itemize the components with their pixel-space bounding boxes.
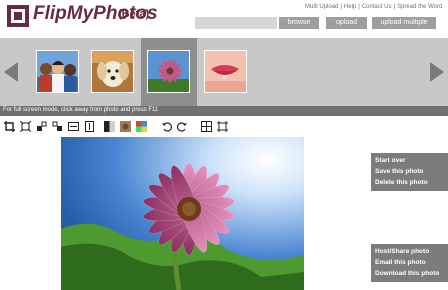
thumbnail-lips[interactable] [204, 50, 247, 93]
top-links: Multi Upload | Help | Contact Us | Spread the … [304, 4, 443, 10]
link-multi-upload[interactable]: Multi Upload [305, 4, 338, 10]
start-over-link[interactable]: Start over [375, 157, 405, 164]
rotate-right-icon[interactable] [52, 121, 63, 132]
thumbnail-puppy[interactable] [91, 50, 134, 93]
beta-label: (Beta) [118, 8, 150, 20]
thumbnail-children[interactable] [36, 50, 79, 93]
color-icon[interactable] [136, 121, 147, 132]
flip-vertical-icon[interactable] [84, 121, 95, 132]
crop-icon[interactable] [4, 121, 15, 132]
logo-icon [7, 5, 29, 27]
actual-size-icon[interactable] [217, 121, 228, 132]
file-path-field[interactable] [195, 17, 277, 29]
lips-photo [205, 51, 246, 92]
daisy-photo [148, 51, 189, 92]
email-photo-link[interactable]: Email this photo [375, 259, 426, 266]
upload-multiple-button[interactable]: upload multiple [372, 17, 436, 29]
main-photo[interactable] [61, 137, 304, 290]
delete-photo-link[interactable]: Delete this photo [375, 179, 428, 186]
download-photo-link[interactable]: Download this photo [375, 270, 439, 277]
next-arrow-icon[interactable] [430, 62, 444, 82]
fit-screen-icon[interactable] [201, 121, 212, 132]
link-separator: | [340, 4, 342, 10]
share-actions-menu: Host/Share photo Email this photo Downlo… [371, 244, 448, 282]
link-help[interactable]: Help [344, 4, 356, 10]
previous-arrow-icon[interactable] [4, 62, 18, 82]
link-contact-us[interactable]: Contact Us [362, 4, 392, 10]
link-separator: | [393, 4, 396, 10]
daisy-main-image [61, 137, 304, 290]
photo-actions-menu: Start over Save this photo Delete this p… [371, 153, 448, 191]
link-separator: | [358, 4, 360, 10]
browse-button[interactable]: browse [279, 17, 319, 29]
upload-button[interactable]: upload [326, 17, 367, 29]
flip-horizontal-icon[interactable] [68, 121, 79, 132]
rotate-left-icon[interactable] [36, 121, 47, 132]
children-photo [37, 51, 78, 92]
redo-icon[interactable] [177, 121, 188, 132]
grayscale-icon[interactable] [104, 121, 115, 132]
save-photo-link[interactable]: Save this photo [375, 168, 423, 175]
resize-icon[interactable] [20, 121, 31, 132]
fullscreen-hint: For full screen mode, click away from ph… [3, 107, 159, 113]
host-share-link[interactable]: Host/Share photo [375, 248, 429, 255]
puppy-photo [92, 51, 133, 92]
sepia-icon[interactable] [120, 121, 131, 132]
thumbnail-daisy[interactable] [147, 50, 190, 93]
undo-icon[interactable] [161, 121, 172, 132]
link-spread-the-word[interactable]: Spread the Word [397, 4, 442, 10]
